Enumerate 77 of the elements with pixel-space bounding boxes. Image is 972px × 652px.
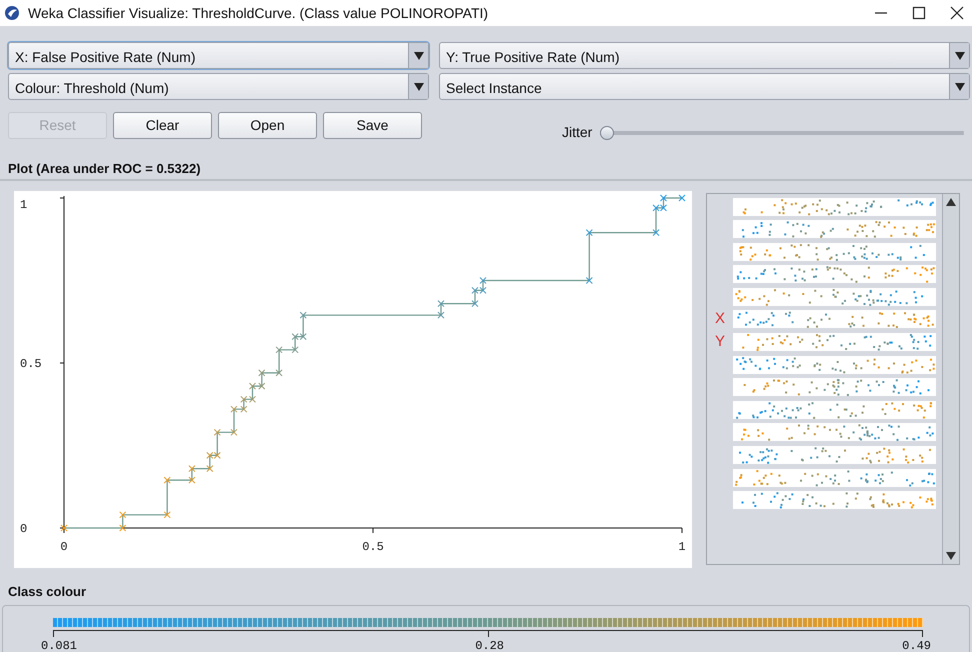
section-title: Plot (Area under ROC = 0.5322) bbox=[7, 160, 202, 178]
tick-label: 0.28 bbox=[475, 638, 504, 652]
data-point bbox=[300, 311, 307, 318]
data-point bbox=[258, 368, 266, 376]
data-point bbox=[480, 276, 486, 284]
data-point bbox=[188, 464, 196, 472]
data-point bbox=[437, 300, 444, 307]
tick-label: 0.5 bbox=[362, 540, 384, 554]
data-point bbox=[437, 311, 444, 318]
data-point bbox=[119, 524, 126, 531]
scatter-thumbnail[interactable] bbox=[733, 242, 936, 261]
scatter-thumbnail[interactable] bbox=[733, 220, 936, 238]
scatter-thumbnail[interactable] bbox=[733, 400, 936, 419]
data-point bbox=[276, 346, 283, 353]
data-point bbox=[214, 428, 221, 436]
scroll-down-icon bbox=[946, 552, 956, 560]
slider-label: Jitter bbox=[562, 123, 592, 142]
data-point bbox=[119, 510, 126, 518]
scatter-thumbnail[interactable] bbox=[733, 468, 936, 487]
data-point bbox=[206, 464, 214, 472]
scatter-thumbnail[interactable] bbox=[733, 333, 936, 352]
data-point bbox=[678, 194, 686, 201]
window-title: Weka Classifier Visualize: ThresholdCurve. (Class value POLINOROPATI) bbox=[28, 4, 490, 23]
caret-icon bbox=[954, 52, 964, 60]
caret-icon bbox=[414, 82, 424, 90]
data-point bbox=[188, 476, 196, 484]
data-point bbox=[249, 395, 256, 402]
data-point bbox=[164, 510, 171, 518]
scatter-thumbnail[interactable] bbox=[733, 356, 936, 374]
data-point bbox=[240, 395, 248, 402]
dropdown[interactable]: Select Instance bbox=[439, 73, 970, 100]
scatter-thumbnail[interactable] bbox=[733, 446, 936, 464]
tick-label: 0 bbox=[20, 522, 28, 536]
data-point bbox=[660, 194, 667, 201]
tick-label: 0 bbox=[60, 540, 68, 554]
dropdown[interactable]: Y: True Positive Rate (Num) bbox=[439, 42, 970, 69]
button[interactable]: Save bbox=[323, 112, 422, 139]
data-point bbox=[471, 300, 478, 307]
data-point bbox=[258, 382, 266, 390]
data-point bbox=[586, 276, 593, 284]
scatter-thumbnail[interactable] bbox=[733, 310, 936, 328]
data-point bbox=[586, 228, 593, 236]
tick-label: 0.5 bbox=[20, 356, 42, 370]
axis-marker: Y bbox=[714, 333, 725, 350]
data-point bbox=[164, 476, 171, 484]
caret-icon bbox=[954, 82, 964, 90]
tick-label: 0.081 bbox=[41, 638, 78, 652]
data-point bbox=[230, 405, 238, 412]
scrollbar[interactable] bbox=[942, 194, 959, 564]
scatter-thumbnail[interactable] bbox=[733, 423, 936, 442]
app-logo-icon bbox=[4, 5, 20, 21]
data-point bbox=[652, 228, 660, 236]
scatter-thumbnail[interactable] bbox=[733, 491, 936, 510]
button[interactable]: Clear bbox=[113, 112, 212, 139]
tick-label: 1 bbox=[20, 198, 28, 212]
data-point bbox=[249, 382, 256, 390]
tick-label: 1 bbox=[678, 540, 686, 554]
data-point bbox=[276, 368, 283, 376]
caret-icon bbox=[414, 52, 424, 60]
slider-thumb[interactable] bbox=[600, 126, 614, 140]
section-title: Class colour bbox=[7, 582, 88, 600]
button[interactable]: Open bbox=[218, 112, 317, 139]
tick-label: 0.49 bbox=[902, 638, 931, 652]
maximize-icon[interactable] bbox=[912, 6, 926, 20]
scroll-up-icon bbox=[946, 198, 956, 206]
data-point bbox=[60, 524, 68, 531]
close-icon[interactable] bbox=[950, 6, 964, 20]
data-point bbox=[230, 428, 238, 436]
scatter-thumbnail[interactable] bbox=[733, 288, 936, 306]
data-point bbox=[292, 346, 299, 353]
dropdown[interactable]: Colour: Threshold (Num) bbox=[8, 73, 429, 100]
scatter-thumbnail[interactable] bbox=[733, 198, 936, 216]
dropdown[interactable]: X: False Positive Rate (Num) bbox=[8, 42, 429, 69]
data-point bbox=[240, 405, 248, 412]
scatter-thumbnail[interactable] bbox=[733, 265, 936, 284]
axis-marker: X bbox=[714, 310, 725, 328]
scatter-thumbnail[interactable] bbox=[733, 378, 936, 396]
